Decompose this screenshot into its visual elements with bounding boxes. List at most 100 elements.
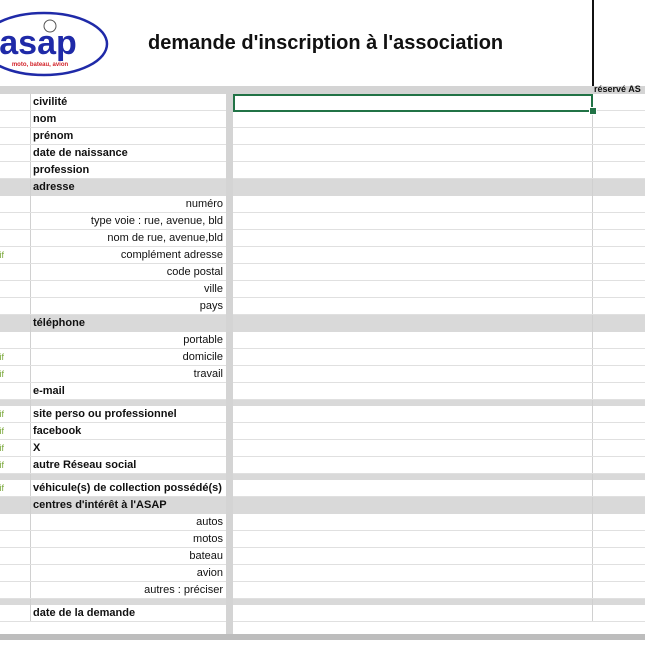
- field-input-cell[interactable]: [233, 497, 592, 514]
- field-label: ville: [204, 283, 223, 295]
- cell-border: [30, 548, 31, 564]
- reserved-cell[interactable]: [593, 145, 645, 161]
- field-label: pays: [199, 300, 223, 312]
- cell-border: [30, 531, 31, 547]
- reserved-cell[interactable]: [593, 565, 645, 581]
- reserved-cell[interactable]: [593, 111, 645, 127]
- form-row: complément adresse tif: [0, 247, 645, 264]
- field-label: adresse: [33, 181, 75, 193]
- field-input-cell[interactable]: [233, 281, 592, 297]
- form-row: bateau: [0, 548, 645, 565]
- form-row: téléphone: [0, 315, 645, 332]
- field-label: e-mail: [33, 385, 65, 397]
- form-row: date de naissance: [0, 145, 645, 162]
- cell-border: [30, 281, 31, 297]
- reserved-cell[interactable]: [593, 247, 645, 263]
- reserved-cell[interactable]: [593, 179, 645, 196]
- field-label: autres : préciser: [144, 584, 223, 596]
- reserved-cell[interactable]: [593, 497, 645, 514]
- reserved-cell[interactable]: [593, 213, 645, 229]
- field-label: nom: [33, 113, 57, 125]
- field-input-cell[interactable]: [233, 162, 592, 178]
- field-input-cell[interactable]: [233, 366, 592, 382]
- header-band: [0, 86, 645, 94]
- field-label: véhicule(s) de collection possédé(s): [33, 482, 222, 494]
- reserved-cell[interactable]: [593, 281, 645, 297]
- field-input-cell[interactable]: [233, 406, 592, 422]
- field-input-cell[interactable]: [233, 383, 592, 399]
- reserved-cell[interactable]: [593, 480, 645, 496]
- field-input-cell[interactable]: [233, 440, 592, 456]
- reserved-cell[interactable]: [593, 440, 645, 456]
- form-row: travail tif: [0, 366, 645, 383]
- form-row: nom: [0, 111, 645, 128]
- selected-cell[interactable]: [233, 94, 593, 112]
- label-gutter: [226, 94, 233, 634]
- field-label: autos: [196, 516, 223, 528]
- reserved-cell[interactable]: [593, 383, 645, 399]
- reserved-cell[interactable]: [593, 406, 645, 422]
- form-row: code postal: [0, 264, 645, 281]
- field-input-cell[interactable]: [233, 480, 592, 496]
- field-input-cell[interactable]: [233, 514, 592, 530]
- field-input-cell[interactable]: [233, 230, 592, 246]
- form-row: pays: [0, 298, 645, 315]
- form-row: autos: [0, 514, 645, 531]
- reserved-cell[interactable]: [593, 582, 645, 598]
- field-input-cell[interactable]: [233, 213, 592, 229]
- reserved-cell[interactable]: [593, 423, 645, 439]
- reserved-cell[interactable]: [593, 332, 645, 348]
- field-input-cell[interactable]: [233, 332, 592, 348]
- field-input-cell[interactable]: [233, 298, 592, 314]
- cell-border: [30, 366, 31, 382]
- cell-border: [30, 565, 31, 581]
- field-input-cell[interactable]: [233, 457, 592, 473]
- reserved-cell[interactable]: [593, 162, 645, 178]
- field-input-cell[interactable]: [233, 145, 592, 161]
- field-label: nom de rue, avenue,bld: [107, 232, 223, 244]
- field-input-cell[interactable]: [233, 315, 592, 332]
- field-label: X: [33, 442, 41, 454]
- cell-border: [30, 111, 31, 127]
- reserved-cell[interactable]: [593, 531, 645, 547]
- field-label: autre Réseau social: [33, 459, 137, 471]
- logo-wordmark: asap: [0, 24, 77, 62]
- field-label: date de la demande: [33, 607, 136, 619]
- cell-border: [30, 383, 31, 399]
- reserved-cell[interactable]: [593, 94, 645, 110]
- form-row: centres d'intérêt à l'ASAP: [0, 497, 645, 514]
- reserved-cell[interactable]: [593, 298, 645, 314]
- reserved-cell[interactable]: [593, 366, 645, 382]
- reserved-cell[interactable]: [593, 548, 645, 564]
- field-input-cell[interactable]: [233, 531, 592, 547]
- reserved-cell[interactable]: [593, 349, 645, 365]
- field-input-cell[interactable]: [233, 128, 592, 144]
- field-input-cell[interactable]: [233, 196, 592, 212]
- reserved-cell[interactable]: [593, 457, 645, 473]
- field-label: site perso ou professionnel: [33, 408, 177, 420]
- form-row: ville: [0, 281, 645, 298]
- fill-handle[interactable]: [589, 107, 597, 115]
- reserved-cell[interactable]: [593, 605, 645, 621]
- field-input-cell[interactable]: [233, 349, 592, 365]
- cell-border: [30, 128, 31, 144]
- reserved-cell[interactable]: [593, 196, 645, 212]
- field-input-cell[interactable]: [233, 111, 592, 127]
- form-row: date de la demande: [0, 605, 645, 622]
- reserved-cell[interactable]: [593, 264, 645, 280]
- cell-border: [30, 298, 31, 314]
- form-row: autres : préciser: [0, 582, 645, 599]
- field-input-cell[interactable]: [233, 264, 592, 280]
- field-input-cell[interactable]: [233, 565, 592, 581]
- reserved-cell[interactable]: [593, 514, 645, 530]
- reserved-cell[interactable]: [593, 128, 645, 144]
- field-input-cell[interactable]: [233, 423, 592, 439]
- field-input-cell[interactable]: [233, 179, 592, 196]
- field-label: avion: [196, 567, 223, 579]
- field-input-cell[interactable]: [233, 605, 592, 621]
- field-input-cell[interactable]: [233, 548, 592, 564]
- field-input-cell[interactable]: [233, 582, 592, 598]
- reserved-cell[interactable]: [593, 230, 645, 246]
- reserved-cell[interactable]: [593, 315, 645, 332]
- field-input-cell[interactable]: [233, 247, 592, 263]
